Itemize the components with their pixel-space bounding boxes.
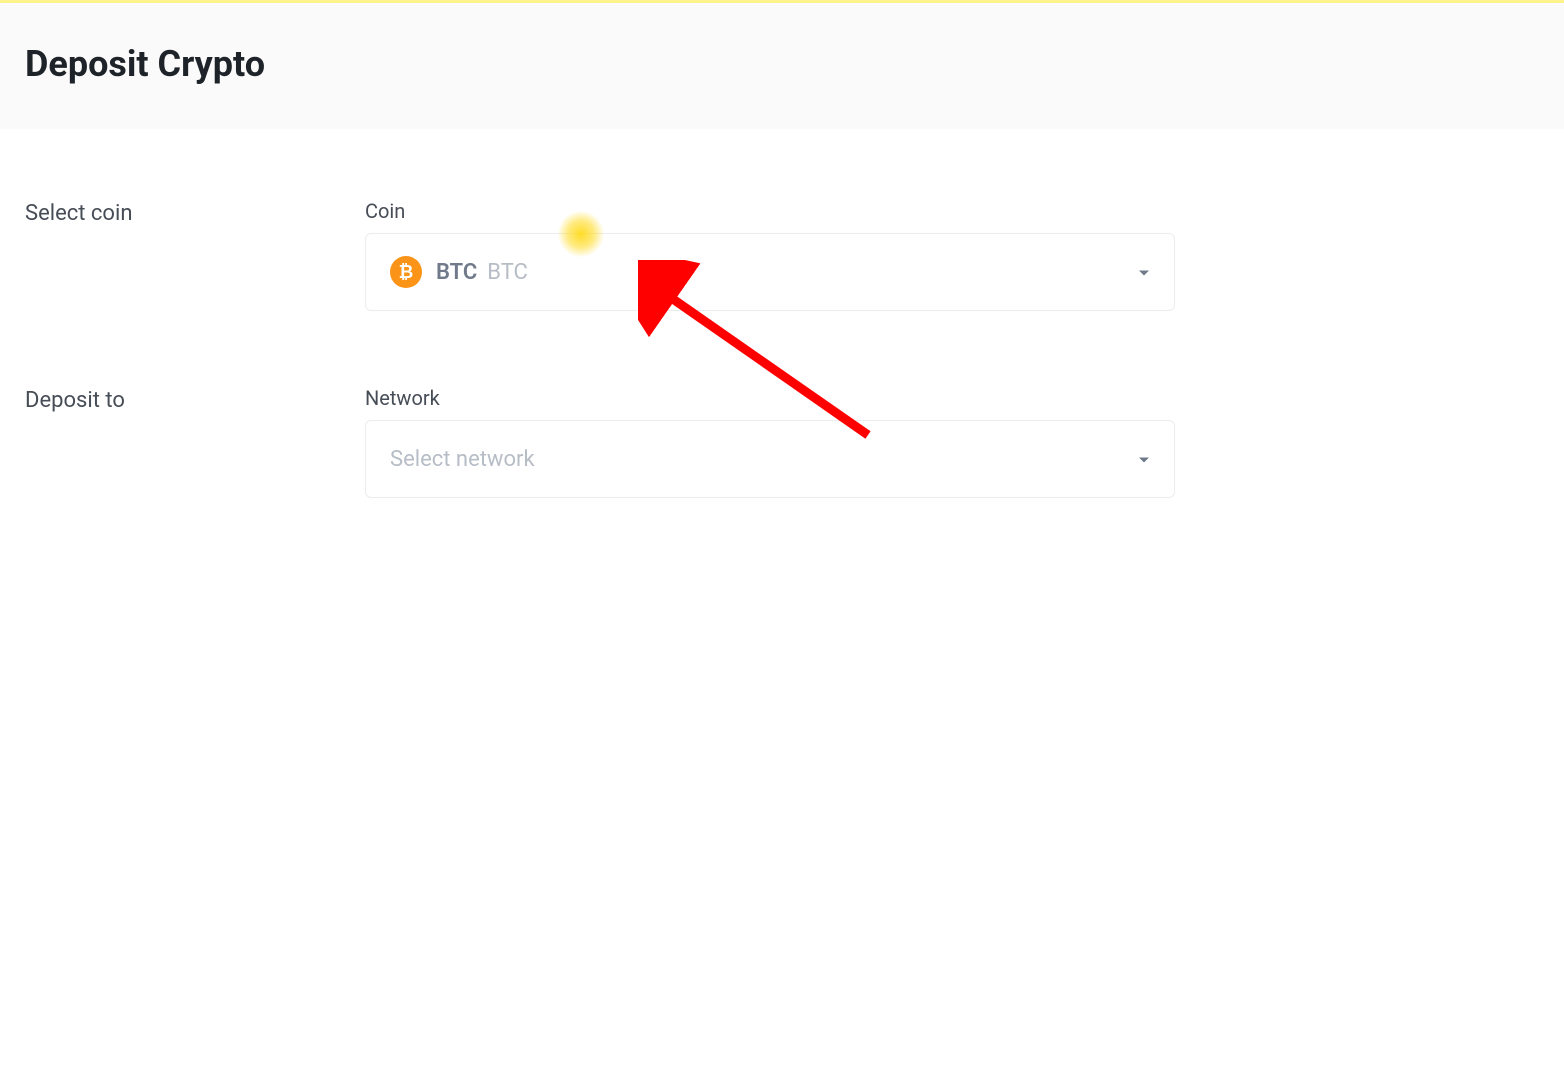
page-header: Deposit Crypto [0, 0, 1564, 129]
coin-symbol: BTC [436, 260, 477, 285]
coin-name: BTC [487, 260, 528, 285]
network-section-label: Deposit to [25, 386, 365, 498]
coin-field-title: Coin [365, 199, 1175, 223]
network-placeholder: Select network [390, 447, 535, 472]
main-content: Select coin Coin ₿ BTC BTC Deposit to Ne… [0, 129, 1564, 498]
network-row: Deposit to Network Select network [0, 386, 1564, 498]
network-select-dropdown[interactable]: Select network [365, 420, 1175, 498]
network-field-title: Network [365, 386, 1175, 410]
page-title: Deposit Crypto [25, 43, 1539, 85]
chevron-down-icon [1138, 450, 1150, 469]
coin-field-wrapper: Coin ₿ BTC BTC [365, 199, 1175, 311]
coin-select-dropdown[interactable]: ₿ BTC BTC [365, 233, 1175, 311]
chevron-down-icon [1138, 263, 1150, 282]
bitcoin-icon: ₿ [390, 256, 422, 288]
coin-section-label: Select coin [25, 199, 365, 311]
network-field-wrapper: Network Select network [365, 386, 1175, 498]
coin-row: Select coin Coin ₿ BTC BTC [0, 199, 1564, 311]
